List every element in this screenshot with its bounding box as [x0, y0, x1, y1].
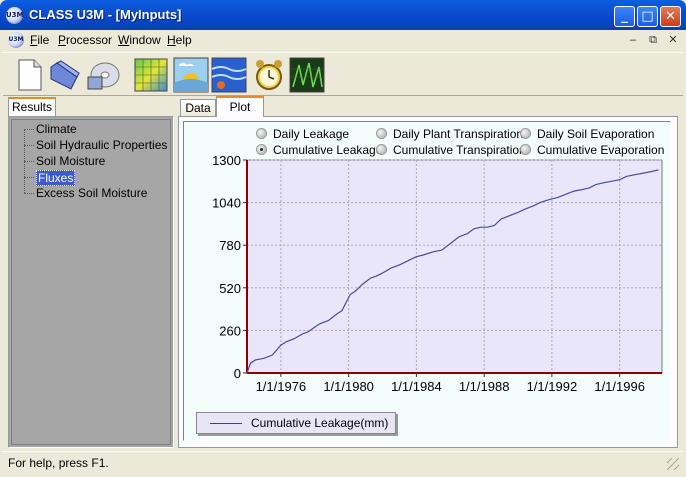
legend-label: Cumulative Leakage(mm): [251, 416, 389, 430]
radio-label: Cumulative Leakage: [273, 143, 383, 157]
legend-swatch: [210, 423, 242, 424]
tree-connector: [24, 129, 34, 130]
results-tree: Climate Soil Hydraulic Properties Soil M…: [8, 116, 174, 448]
tree-connector: [24, 177, 34, 178]
minimize-button[interactable]: _: [614, 6, 635, 27]
menu-help[interactable]: Help: [167, 33, 192, 47]
radio-label: Daily Leakage: [273, 127, 350, 141]
radio-dot[interactable]: [520, 128, 531, 139]
grid-map-icon[interactable]: [133, 57, 169, 93]
tree-item-soil-moisture[interactable]: Soil Moisture: [36, 154, 105, 168]
maximize-button[interactable]: □: [637, 6, 658, 27]
open-folder-icon[interactable]: [47, 57, 83, 93]
radio-dot[interactable]: [256, 128, 267, 139]
mdi-close-button[interactable]: ✕: [665, 33, 681, 47]
radio-cumulative-evaporation[interactable]: Cumulative Evaporation: [520, 143, 664, 157]
status-text: For help, press F1.: [8, 456, 109, 470]
menu-bar: U3M File Processor Window Help – ⧉ ✕: [3, 30, 683, 50]
radio-daily-leakage[interactable]: Daily Leakage: [256, 127, 349, 141]
water-icon[interactable]: [211, 57, 247, 93]
chart-legend: Cumulative Leakage(mm): [196, 412, 396, 434]
tree-connector: [24, 193, 34, 194]
plot-panel: [178, 116, 678, 448]
status-bar: For help, press F1.: [3, 451, 683, 473]
save-disk-icon[interactable]: [85, 57, 121, 93]
new-file-icon[interactable]: [11, 57, 47, 93]
radio-daily-plant-transpiration[interactable]: Daily Plant Transpiration: [376, 127, 523, 141]
tab-results[interactable]: Results: [8, 97, 56, 117]
radio-dot[interactable]: [520, 144, 531, 155]
window-title: CLASS U3M - [MyInputs]: [29, 7, 182, 22]
resize-grip-icon[interactable]: [667, 458, 679, 470]
radio-label: Daily Soil Evaporation: [537, 127, 655, 141]
radio-label: Daily Plant Transpiration: [393, 127, 524, 141]
vegetation-chart-icon[interactable]: [289, 57, 325, 93]
menu-processor[interactable]: Processor: [58, 33, 112, 47]
tree-item-excess-soil-moisture[interactable]: Excess Soil Moisture: [36, 186, 147, 200]
mdi-restore-button[interactable]: ⧉: [645, 33, 661, 47]
radio-label: Cumulative Transpiration: [393, 143, 526, 157]
radio-cumulative-leakage[interactable]: Cumulative Leakage: [256, 143, 382, 157]
toolbar: [3, 52, 683, 96]
tree-frame: Climate Soil Hydraulic Properties Soil M…: [11, 119, 171, 445]
radio-cumulative-transpiration[interactable]: Cumulative Transpiration: [376, 143, 526, 157]
tab-plot[interactable]: Plot: [216, 96, 264, 117]
app-logo-icon[interactable]: U3M: [6, 7, 24, 24]
menu-file[interactable]: File: [30, 33, 49, 47]
tree-connector: [24, 161, 34, 162]
tab-data[interactable]: Data: [180, 99, 216, 117]
radio-dot[interactable]: [376, 128, 387, 139]
tree-item-climate[interactable]: Climate: [36, 122, 77, 136]
close-button[interactable]: ✕: [660, 6, 681, 27]
weather-icon[interactable]: [173, 57, 209, 93]
mdi-minimize-button[interactable]: –: [625, 33, 641, 47]
menu-window[interactable]: Window: [118, 33, 161, 47]
tree-connector: [24, 145, 34, 146]
tree-item-fluxes[interactable]: Fluxes: [36, 170, 76, 186]
document-logo-icon[interactable]: U3M: [8, 32, 24, 48]
radio-dot[interactable]: [256, 144, 267, 155]
radio-daily-soil-evaporation[interactable]: Daily Soil Evaporation: [520, 127, 654, 141]
plot-area: [183, 121, 671, 441]
alarm-clock-icon[interactable]: [251, 57, 287, 93]
radio-dot[interactable]: [376, 144, 387, 155]
title-bar: U3M CLASS U3M - [MyInputs] _ □ ✕: [0, 0, 686, 30]
tree-item-soil-hydraulic-properties[interactable]: Soil Hydraulic Properties: [36, 138, 167, 152]
radio-label: Cumulative Evaporation: [537, 143, 665, 157]
